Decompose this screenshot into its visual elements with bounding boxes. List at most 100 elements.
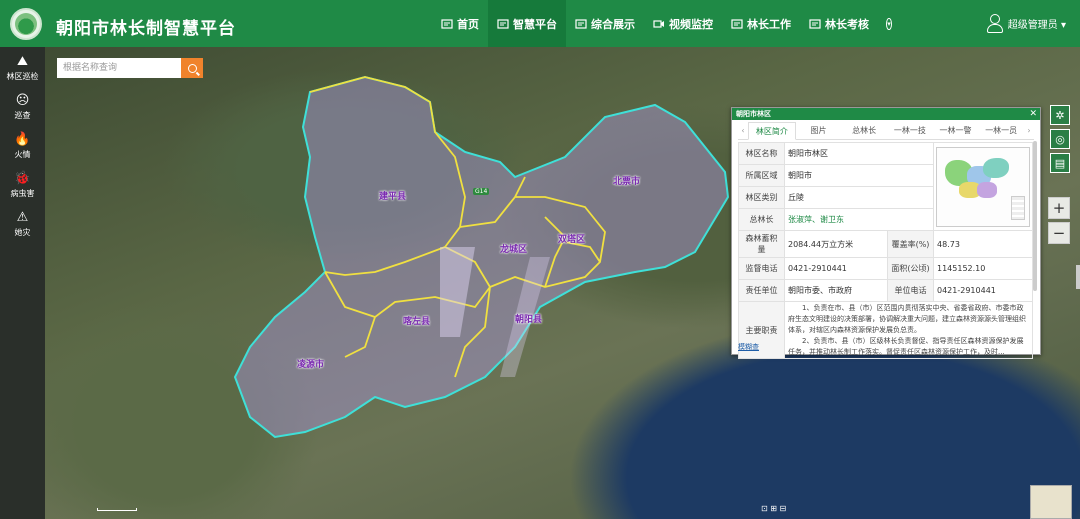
panel-header: 朝阳市林区 ✕	[732, 108, 1040, 120]
sidebar-item-disaster[interactable]: ⚠ 她灾	[0, 206, 45, 242]
zoom-in-button[interactable]: +	[1048, 197, 1070, 219]
tab-intro[interactable]: 林区简介	[748, 121, 796, 140]
nav-more-button[interactable]: ▾	[878, 0, 900, 47]
camera-icon	[653, 19, 664, 28]
gear-icon: ✲	[1055, 108, 1065, 122]
search-input[interactable]	[57, 58, 181, 78]
region-label-shuangta[interactable]: 双塔区	[558, 232, 585, 245]
tabs-prev-button[interactable]: ‹	[738, 126, 748, 135]
tab-chief[interactable]: 总林长	[841, 122, 887, 140]
collapse-handle[interactable]	[1076, 265, 1080, 289]
tab-photos[interactable]: 图片	[796, 122, 842, 140]
region-label-kazuo[interactable]: 喀左县	[403, 314, 430, 327]
coverage-label: 覆盖率(%)	[887, 230, 934, 258]
top-header: 朝阳市林长制智慧平台 首页 智慧平台 综合展示 视频监控 林长工作 林长考核 ▾	[0, 0, 1080, 47]
highway-badge: G14	[473, 188, 490, 195]
region-label-jianping[interactable]: 建平县	[379, 189, 406, 202]
book-icon: ▤	[1054, 156, 1066, 170]
sidebar-item-label: 她灾	[14, 227, 31, 237]
user-menu[interactable]: 超级管理员 ▾	[986, 14, 1066, 33]
sidebar-item-patrol[interactable]: ☹ 巡查	[0, 89, 45, 125]
name-value: 朝阳市林区	[784, 142, 934, 165]
sidebar-item-label: 林区巡检	[6, 71, 39, 81]
unit-phone-value: 0421-2910441	[933, 279, 1033, 302]
display-icon	[575, 18, 587, 29]
settings-tool-button[interactable]: ✲	[1050, 105, 1070, 125]
nav-platform-label: 智慧平台	[513, 17, 557, 31]
city-outline	[233, 75, 730, 439]
zoom-controls: + −	[1048, 197, 1070, 244]
home-icon	[441, 18, 453, 29]
duty-scroll-area[interactable]: 1、负责在市、县（市）区范围内贯彻落实中央、省委省政府、市委市政府生态文明建设的…	[788, 303, 1029, 357]
phone-value: 0421-2910441	[784, 257, 888, 280]
tab-staff[interactable]: 一林一员	[978, 122, 1024, 140]
main-nav: 首页 智慧平台 综合展示 视频监控 林长工作 林长考核 ▾	[432, 0, 900, 47]
left-sidebar: ⛰ 林区巡检 ☹ 巡查 🔥 火情 🐞 病虫害 ⚠ 她灾	[0, 47, 45, 519]
sidebar-item-label: 病虫害	[10, 188, 35, 198]
zoom-out-button[interactable]: −	[1048, 222, 1070, 244]
fire-icon: 🔥	[14, 131, 31, 147]
area-value: 1145152.10	[933, 257, 1033, 280]
nav-display-label: 综合展示	[591, 17, 635, 31]
search-icon	[187, 63, 197, 73]
search-button[interactable]	[181, 58, 203, 78]
unit-label: 责任单位	[738, 279, 785, 302]
target-icon: ◎	[1055, 132, 1065, 146]
nav-work-label: 林长工作	[747, 17, 791, 31]
region-label-beipiao[interactable]: 北票市	[613, 174, 640, 187]
tabs-next-button[interactable]: ›	[1024, 126, 1034, 135]
inspection-icon: ⛰	[17, 53, 28, 69]
region-label-lingyuan[interactable]: 凌源市	[297, 357, 324, 370]
region-label-chaoyang[interactable]: 朝阳县	[515, 312, 542, 325]
chevron-down-icon: ▾	[886, 17, 892, 30]
overview-minimap[interactable]	[1030, 485, 1072, 519]
map-attribution-icons: ⊡ ⊞ ⊟	[761, 504, 787, 513]
type-label: 林区类别	[738, 186, 785, 209]
nav-video-label: 视频监控	[669, 17, 713, 31]
unit-value: 朝阳市委、市政府	[784, 279, 888, 302]
region-value: 朝阳市	[784, 164, 934, 187]
locate-tool-button[interactable]: ◎	[1050, 129, 1070, 149]
nav-home[interactable]: 首页	[432, 0, 488, 47]
fuzzy-query-link[interactable]: 模糊查	[738, 342, 759, 352]
forest-info-panel: 朝阳市林区 ✕ ‹ 林区简介 图片 总林长 一林一技 一林一警 一林一员 › 林…	[731, 107, 1041, 359]
nav-assess-label: 林长考核	[825, 17, 869, 31]
work-icon	[731, 18, 743, 29]
nav-platform[interactable]: 智慧平台	[488, 0, 566, 47]
tab-tech[interactable]: 一林一技	[887, 122, 933, 140]
region-label: 所属区域	[738, 164, 785, 187]
duty-cell: 1、负责在市、县（市）区范围内贯彻落实中央、省委省政府、市委市政府生态文明建设的…	[784, 301, 1033, 359]
region-thumbnail[interactable]	[936, 146, 1030, 227]
panel-scrollbar[interactable]	[1033, 141, 1037, 291]
chief-label: 总林长	[738, 208, 785, 231]
region-label-longcheng[interactable]: 龙城区	[500, 242, 527, 255]
app-logo	[10, 8, 42, 40]
duty-text-1: 1、负责在市、县（市）区范围内贯彻落实中央、省委省政府、市委市政府生态文明建设的…	[788, 304, 1026, 334]
close-icon[interactable]: ✕	[1029, 108, 1037, 120]
sidebar-item-inspection[interactable]: ⛰ 林区巡检	[0, 50, 45, 86]
app-title: 朝阳市林长制智慧平台	[56, 19, 236, 39]
map-thumbnail-cell	[933, 142, 1033, 231]
unit-phone-label: 单位电话	[887, 279, 934, 302]
area-label: 面积(公顷)	[887, 257, 934, 280]
scale-bar	[97, 508, 137, 511]
layers-tool-button[interactable]: ▤	[1050, 153, 1070, 173]
volume-value: 2084.44万立方米	[784, 230, 888, 258]
nav-video[interactable]: 视频监控	[644, 0, 722, 47]
nav-display[interactable]: 综合展示	[566, 0, 644, 47]
name-label: 林区名称	[738, 142, 785, 165]
nav-work[interactable]: 林长工作	[722, 0, 800, 47]
type-value: 丘陵	[784, 186, 934, 209]
sidebar-item-label: 火情	[14, 149, 31, 159]
patrol-icon: ☹	[15, 92, 30, 108]
info-table: 林区名称 朝阳市林区 所属区域 朝阳市 林区类别 丘陵 总林长 张淑萍、谢卫东 …	[738, 142, 1033, 359]
panel-title: 朝阳市林区	[736, 110, 771, 118]
sidebar-item-pest[interactable]: 🐞 病虫害	[0, 167, 45, 203]
sidebar-item-fire[interactable]: 🔥 火情	[0, 128, 45, 164]
chief-value[interactable]: 张淑萍、谢卫东	[784, 208, 934, 231]
tab-police[interactable]: 一林一警	[933, 122, 979, 140]
volume-label: 森林蓄积量	[738, 230, 785, 258]
sidebar-item-label: 巡查	[14, 110, 31, 120]
nav-assess[interactable]: 林长考核	[800, 0, 878, 47]
user-icon	[986, 14, 1003, 33]
